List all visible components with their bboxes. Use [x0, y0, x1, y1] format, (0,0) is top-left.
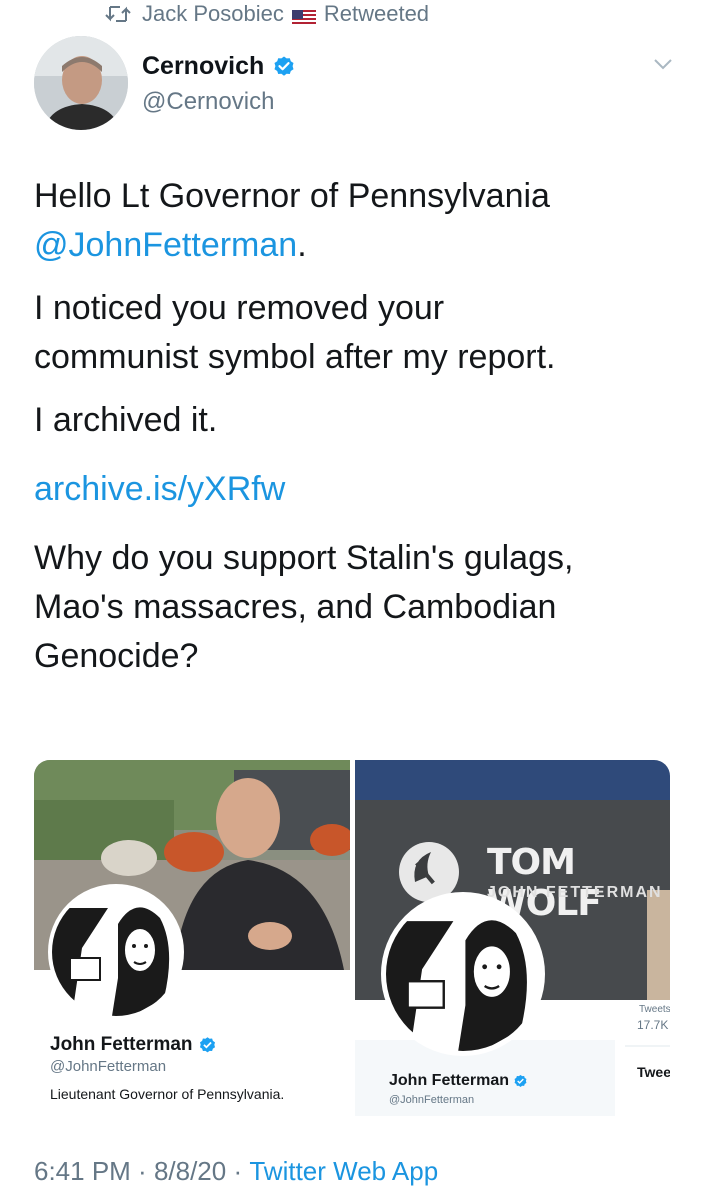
author-name-text[interactable]: Cernovich — [142, 52, 264, 81]
tweet-media: John Fetterman @JohnFetterman Lieutenant… — [34, 760, 670, 1116]
left-profile-name-row: John Fetterman — [50, 1034, 217, 1056]
verified-badge-icon — [514, 1074, 527, 1087]
right-profile-handle: @JohnFetterman — [389, 1094, 475, 1106]
mention-link[interactable]: @JohnFetterman — [34, 226, 297, 264]
retweeter-name[interactable]: Jack Posobiec — [142, 1, 284, 27]
tweet-footer: 6:41 PM · 8/8/20 · Twitter Web App — [34, 1156, 438, 1187]
tweet-text-line: I archived it. — [34, 401, 218, 439]
tweet-text-line: Mao's massacres, and Cambodian — [34, 588, 557, 626]
tweet-text-punct: . — [297, 226, 307, 264]
right-profile-name-row: John Fetterman — [389, 1072, 528, 1090]
tweet-paragraph-4: archive.is/yXRfw — [34, 465, 674, 514]
tweet-paragraph-2: I noticed you removed your communist sym… — [34, 284, 674, 382]
profile-avatar-cartoon — [381, 892, 545, 1056]
profile-avatar-cartoon — [48, 884, 184, 1020]
retweet-icon — [105, 6, 131, 22]
retweet-context[interactable]: Jack Posobiec Retweeted — [104, 0, 429, 28]
right-tab-label: Tweets — [637, 1064, 670, 1080]
footer-separator: · — [130, 1156, 154, 1186]
media-image-right[interactable]: TOM WOLF JOHN FETTERMAN Tweets 17.7K Twe… — [355, 760, 670, 1116]
media-image-left[interactable]: John Fetterman @JohnFetterman Lieutenant… — [34, 760, 350, 1116]
footer-separator: · — [226, 1156, 250, 1186]
verified-badge-icon — [274, 56, 294, 76]
tweet-paragraph-3: I archived it. — [34, 396, 674, 445]
tweet-paragraph-1: Hello Lt Governor of Pennsylvania @JohnF… — [34, 172, 674, 270]
tweet-paragraph-5: Why do you support Stalin's gulags, Mao'… — [34, 534, 674, 681]
tweet-header: Cernovich @Cernovich — [34, 36, 674, 132]
tweet-text-line: Why do you support Stalin's gulags, — [34, 539, 574, 577]
banner-subtitle: JOHN FETTERMAN — [487, 884, 663, 901]
tweet-text-line: Genocide? — [34, 637, 199, 675]
right-profile-name: John Fetterman — [389, 1072, 510, 1089]
left-profile-name: John Fetterman — [50, 1034, 193, 1055]
right-tweets-label: Tweets — [639, 1004, 670, 1015]
tweet-source-app[interactable]: Twitter Web App — [249, 1156, 438, 1187]
verified-badge-icon — [199, 1036, 215, 1052]
right-tweets-count: 17.7K — [637, 1018, 669, 1032]
tweet-body: Hello Lt Governor of Pennsylvania @JohnF… — [34, 172, 674, 681]
author-display-name[interactable]: Cernovich — [142, 52, 296, 81]
us-flag-icon — [291, 6, 316, 26]
chevron-down-icon[interactable] — [652, 56, 674, 72]
left-profile-bio: Lieutenant Governor of Pennsylvania. — [50, 1086, 285, 1102]
tweet-text-line: I noticed you removed your — [34, 289, 445, 327]
archive-link[interactable]: archive.is/yXRfw — [34, 470, 285, 508]
tweet-text-line: communist symbol after my report. — [34, 338, 556, 376]
left-profile-handle: @JohnFetterman — [50, 1058, 167, 1075]
retweeted-label: Retweeted — [323, 1, 430, 26]
author-handle[interactable]: @Cernovich — [142, 88, 274, 116]
tweet-text-line: Hello Lt Governor of Pennsylvania — [34, 177, 550, 215]
tweet-date[interactable]: 8/8/20 — [154, 1156, 226, 1187]
tweet-time[interactable]: 6:41 PM — [34, 1156, 131, 1187]
author-avatar[interactable] — [34, 36, 128, 130]
